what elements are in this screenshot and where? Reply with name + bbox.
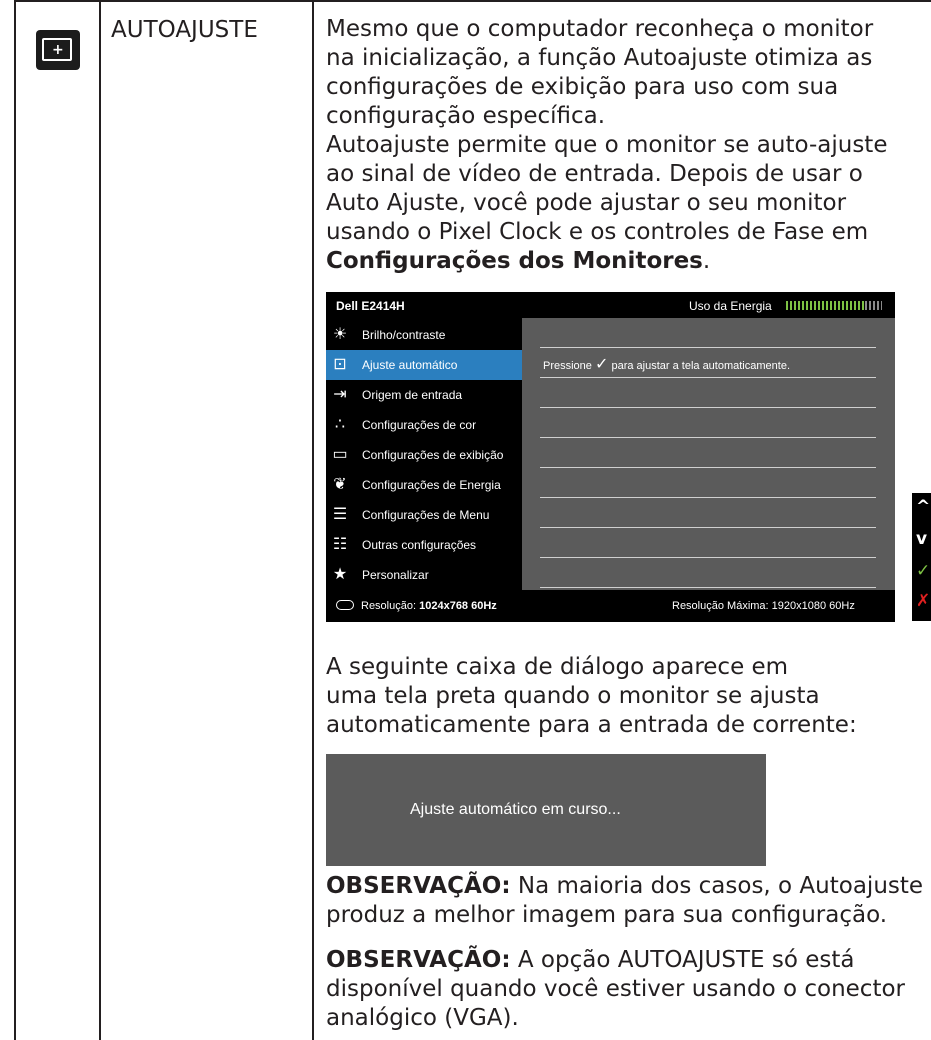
up-icon[interactable]: ^ [916,497,930,517]
osd-menu-item-menu[interactable]: ☰ Configurações de Menu [326,500,522,530]
note-text: produz a melhor imagem para sua configur… [326,902,888,928]
table-border-left [14,0,16,1040]
note-label: OBSERVAÇÃO: [326,873,511,899]
note: OBSERVAÇÃO: A opção AUTOAJUSTE só está d… [326,946,905,1033]
dialog-intro-line: automaticamente para a entrada de corren… [326,712,857,738]
osd-menu-item-personalize[interactable]: ★ Personalizar [326,560,522,590]
display-icon: ▭ [332,446,348,463]
color-icon: ∴ [334,416,346,433]
progress-dialog: Ajuste automático em curso... [326,754,766,866]
osd-screenshot: Dell E2414H Uso da Energia ☀ Brilho/cont… [326,292,895,622]
table-border-col1 [99,0,101,1040]
osd-panel-row [540,438,876,468]
description-line: Auto Ajuste, você pode ajustar o seu mon… [326,190,847,216]
monitor-icon [336,600,354,610]
star-icon: ★ [332,566,348,583]
osd-menu-item-display[interactable]: ▭ Configurações de exibição [326,440,522,470]
osd-menu-item-energy[interactable]: ❦ Configurações de Energia [326,470,522,500]
osd-header: Dell E2414H Uso da Energia [326,292,895,318]
osd-menu-item-label: Ajuste automático [362,358,458,372]
dialog-intro-line: uma tela preta quando o monitor se ajust… [326,683,820,709]
description-line: Mesmo que o computador reconheça o monit… [326,16,874,42]
description: Mesmo que o computador reconheça o monit… [326,15,887,276]
osd-menu-item-label: Configurações de exibição [362,448,504,462]
auto-adjust-icon: + [36,30,80,70]
table-border-top [14,0,931,2]
close-icon[interactable]: ✗ [916,591,930,611]
note-label: OBSERVAÇÃO: [326,947,511,973]
osd-max-resolution: Resolução Máxima: 1920x1080 60Hz [672,600,855,612]
input-source-icon: ⇥ [333,386,347,403]
osd-resolution: Resolução: 1024x768 60Hz [361,600,497,612]
auto-adjust-icon: ⊡ [333,356,347,373]
description-line: usando o Pixel Clock e os controles de F… [326,219,869,245]
description-link-line: Configurações dos Monitores. [326,247,887,276]
osd-menu-item-input-source[interactable]: ⇥ Origem de entrada [326,380,522,410]
osd-panel-row [540,408,876,438]
note: OBSERVAÇÃO: Na maioria dos casos, o Auto… [326,872,923,930]
description-line: configuração específica. [326,103,606,129]
check-icon: ✓ [594,356,609,373]
note-text: Na maioria dos casos, o Autoajuste [510,873,924,899]
menu-icon: ☰ [332,506,348,523]
table-border-col2 [312,0,314,1040]
note-text: A opção AUTOAJUSTE só está [510,947,855,973]
description-line: ao sinal de vídeo de entrada. Depois de … [326,161,863,187]
description-line: na inicialização, a função Autoajuste ot… [326,45,873,71]
check-icon[interactable]: ✓ [916,561,930,581]
osd-footer: Resolução: 1024x768 60Hz Resolução Máxim… [326,590,895,622]
osd-menu-item-auto-adjust[interactable]: ⊡ Ajuste automático [326,350,522,380]
osd-menu-item-label: Configurações de Menu [362,508,490,522]
osd-menu-item-color[interactable]: ∴ Configurações de cor [326,410,522,440]
osd-side-buttons: ^ v ✓ ✗ [912,493,931,621]
osd-menu-item-other[interactable]: ☷ Outras configurações [326,530,522,560]
osd-panel-row [540,468,876,498]
feature-name: AUTOAJUSTE [111,17,258,43]
osd-menu-item-label: Personalizar [362,568,429,582]
sliders-icon: ☷ [332,536,348,553]
link-suffix: . [702,248,711,274]
down-icon[interactable]: v [916,529,927,549]
osd-menu-item-brightness[interactable]: ☀ Brilho/contraste [326,320,522,350]
osd-panel-row [540,378,876,408]
osd-menu-item-label: Configurações de Energia [362,478,501,492]
brightness-icon: ☀ [332,326,348,343]
osd-menu-item-label: Outras configurações [362,538,477,552]
description-line: configurações de exibição para uso com s… [326,74,839,100]
osd-energy-label: Uso da Energia [689,299,772,313]
osd-menu-item-label: Configurações de cor [362,418,477,432]
osd-panel-row [540,318,876,348]
energy-icon: ❦ [333,476,347,493]
note-text: disponível quando você estiver usando o … [326,976,905,1002]
monitor-settings-link[interactable]: Configurações dos Monitores [326,248,703,274]
osd-menu: ☀ Brilho/contraste ⊡ Ajuste automático ⇥… [326,318,522,590]
description-line: Autoajuste permite que o monitor se auto… [326,132,888,158]
osd-panel-row [540,558,876,588]
osd-panel-row [540,498,876,528]
dialog-intro: A seguinte caixa de diálogo aparece em u… [326,653,857,740]
osd-panel-row [540,528,876,558]
osd-menu-item-label: Brilho/contraste [362,328,446,342]
progress-dialog-text: Ajuste automático em curso... [410,801,621,818]
osd-model: Dell E2414H [336,299,405,313]
note-text: analógico (VGA). [326,1005,519,1031]
energy-meter [786,301,882,310]
dialog-intro-line: A seguinte caixa de diálogo aparece em [326,654,789,680]
osd-panel: Pressione ✓ para ajustar a tela automati… [522,318,895,590]
osd-panel-instruction: Pressione ✓ para ajustar a tela automati… [543,356,790,373]
osd-menu-item-label: Origem de entrada [362,388,463,402]
